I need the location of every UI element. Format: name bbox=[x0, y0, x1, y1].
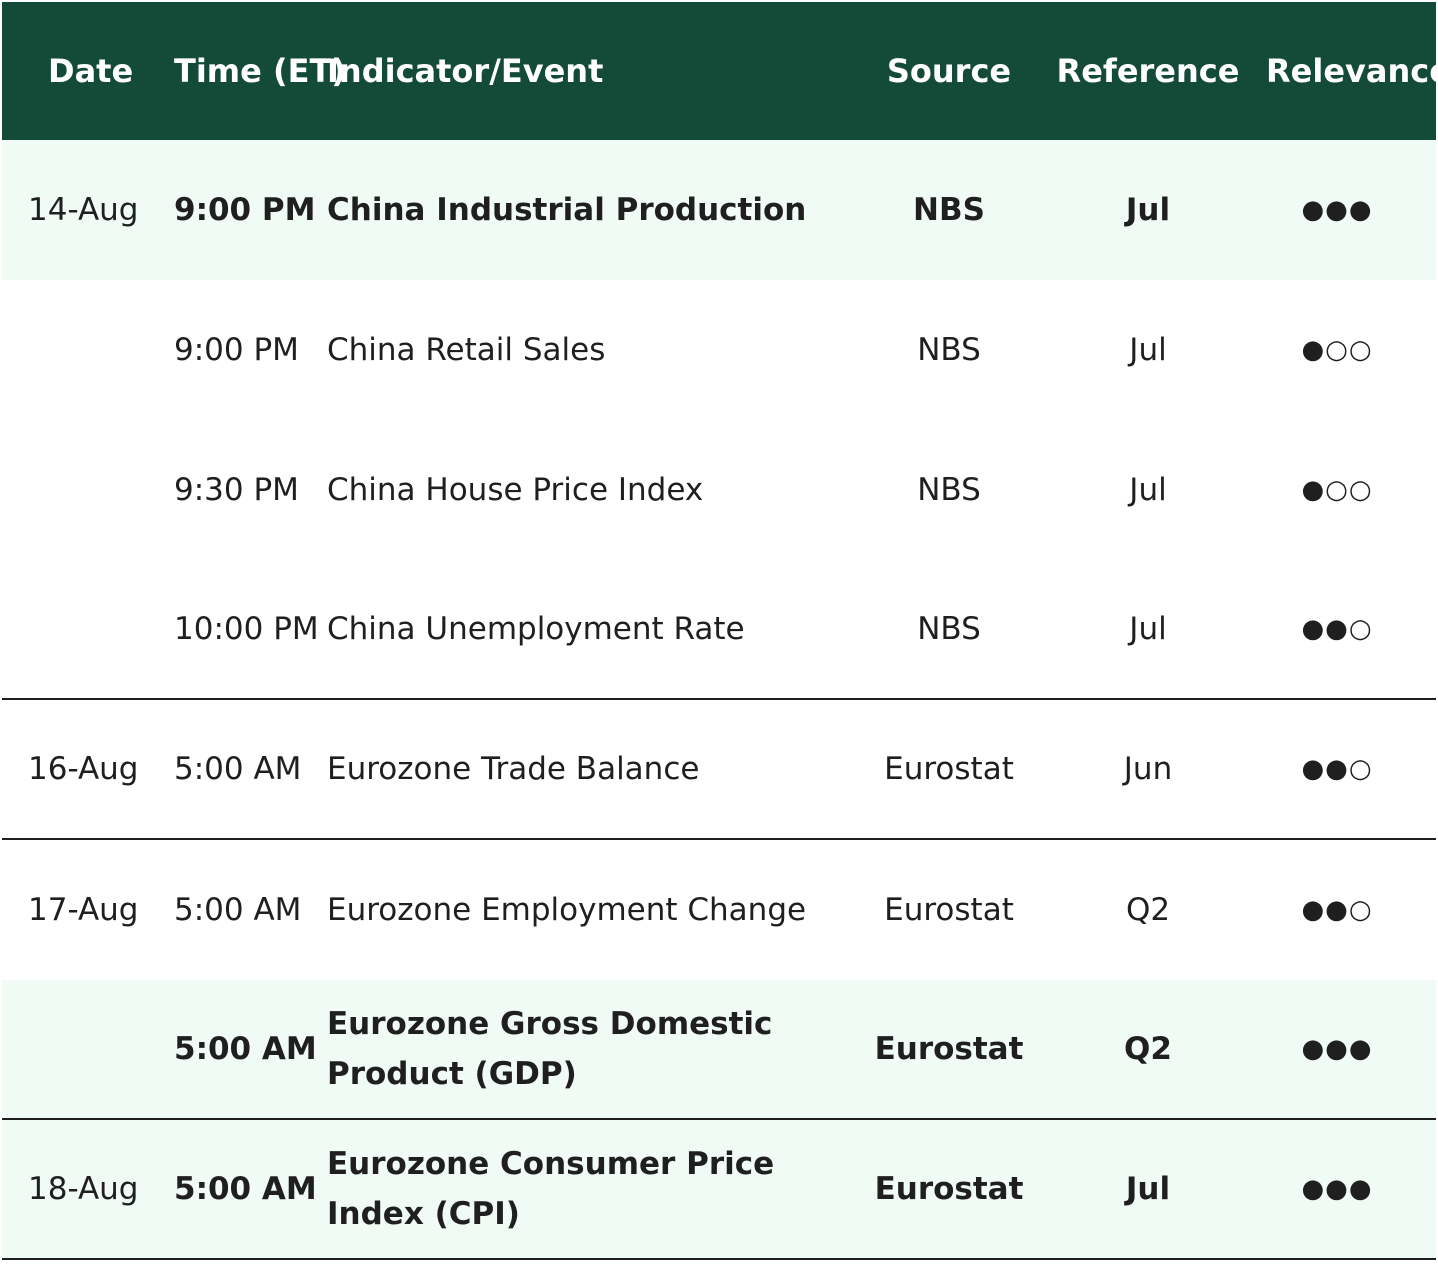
relevance-dots-icon: ●●● bbox=[1301, 1174, 1373, 1204]
table-row: 10:00 PM China Unemployment Rate NBS Jul… bbox=[2, 560, 1436, 700]
header-relevance: Relevance bbox=[1266, 52, 1438, 90]
row-date bbox=[28, 280, 168, 420]
row-source: NBS bbox=[913, 192, 985, 228]
table-row: 5:00 AM Eurozone Gross Domestic Product … bbox=[2, 980, 1436, 1120]
row-time: 5:00 AM bbox=[174, 1031, 317, 1067]
relevance-dots-icon: ●○○ bbox=[1301, 475, 1373, 505]
row-source: Eurostat bbox=[874, 1171, 1024, 1207]
row-date bbox=[28, 980, 168, 1118]
row-date: 16-Aug bbox=[28, 751, 139, 787]
row-event: Eurozone Consumer Price Index (CPI) bbox=[327, 1146, 775, 1232]
row-time: 10:00 PM bbox=[174, 611, 319, 647]
row-date: 18-Aug bbox=[28, 1171, 139, 1207]
row-source: Eurostat bbox=[884, 751, 1014, 787]
table-row: 9:00 PM China Retail Sales NBS Jul ●○○ bbox=[2, 280, 1436, 420]
row-reference: Jul bbox=[1125, 192, 1171, 228]
row-source: NBS bbox=[917, 611, 981, 647]
header-source: Source bbox=[886, 52, 1012, 90]
row-reference: Jul bbox=[1129, 472, 1167, 508]
header-event: Indicator/Event bbox=[327, 52, 604, 90]
row-event: China Unemployment Rate bbox=[327, 611, 745, 647]
row-event: Eurozone Employment Change bbox=[327, 892, 807, 928]
relevance-dots-icon: ●○○ bbox=[1301, 335, 1373, 365]
row-reference: Q2 bbox=[1124, 1031, 1172, 1067]
relevance-dots-icon: ●●○ bbox=[1301, 614, 1373, 644]
header-time: Time (ET) bbox=[174, 52, 346, 90]
row-time: 5:00 AM bbox=[174, 1171, 317, 1207]
row-time: 9:30 PM bbox=[174, 472, 299, 508]
row-event: Eurozone Gross Domestic Product (GDP) bbox=[327, 1006, 773, 1092]
row-reference: Jul bbox=[1129, 332, 1167, 368]
row-date bbox=[28, 560, 168, 698]
table-row: 18-Aug 5:00 AM Eurozone Consumer Price I… bbox=[2, 1120, 1436, 1260]
row-time: 9:00 PM bbox=[174, 192, 316, 228]
row-time: 5:00 AM bbox=[174, 751, 302, 787]
row-event: China House Price Index bbox=[327, 472, 704, 508]
row-source: Eurostat bbox=[884, 892, 1014, 928]
economic-calendar-table: Date Time (ET) Indicator/Event Source Re… bbox=[2, 2, 1438, 1260]
header-date: Date bbox=[48, 52, 134, 90]
row-event: China Retail Sales bbox=[327, 332, 606, 368]
row-date bbox=[28, 420, 168, 560]
relevance-dots-icon: ●●● bbox=[1301, 195, 1373, 225]
relevance-dots-icon: ●●● bbox=[1301, 1034, 1373, 1064]
row-source: NBS bbox=[917, 332, 981, 368]
row-date: 14-Aug bbox=[28, 192, 139, 228]
row-date: 17-Aug bbox=[28, 892, 139, 928]
row-event: Eurozone Trade Balance bbox=[327, 751, 700, 787]
row-time: 9:00 PM bbox=[174, 332, 299, 368]
table-row: 17-Aug 5:00 AM Eurozone Employment Chang… bbox=[2, 840, 1436, 980]
row-source: NBS bbox=[917, 472, 981, 508]
table-row: 9:30 PM China House Price Index NBS Jul … bbox=[2, 420, 1436, 560]
table-row: 14-Aug 9:00 PM China Industrial Producti… bbox=[2, 140, 1436, 280]
row-reference: Jun bbox=[1123, 751, 1173, 787]
row-event: China Industrial Production bbox=[327, 192, 807, 228]
table-row: 16-Aug 5:00 AM Eurozone Trade Balance Eu… bbox=[2, 700, 1436, 840]
row-reference: Q2 bbox=[1125, 892, 1171, 928]
relevance-dots-icon: ●●○ bbox=[1301, 754, 1373, 784]
row-reference: Jul bbox=[1125, 1171, 1171, 1207]
row-time: 5:00 AM bbox=[174, 892, 302, 928]
header-reference: Reference bbox=[1056, 52, 1240, 90]
row-source: Eurostat bbox=[874, 1031, 1024, 1067]
row-reference: Jul bbox=[1129, 611, 1167, 647]
table-header: Date Time (ET) Indicator/Event Source Re… bbox=[2, 2, 1438, 140]
relevance-dots-icon: ●●○ bbox=[1301, 895, 1373, 925]
